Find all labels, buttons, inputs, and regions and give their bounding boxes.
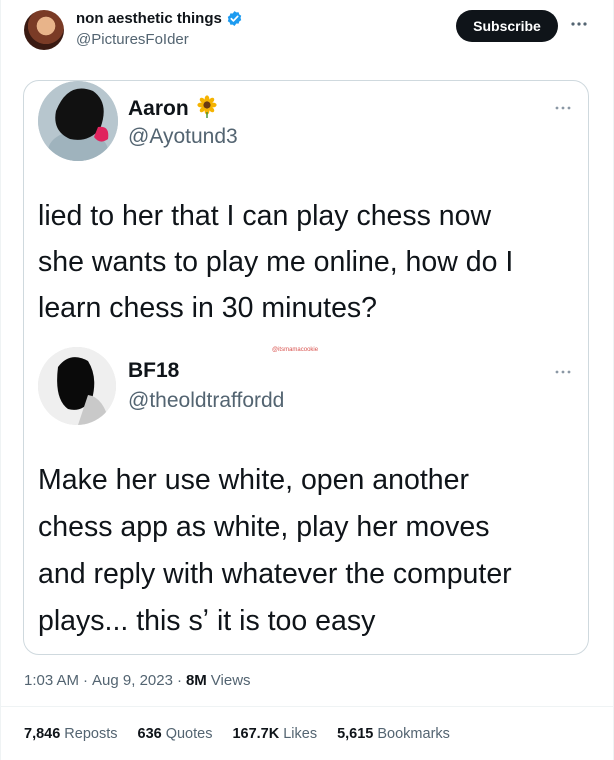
quotes-stat[interactable]: 636 Quotes (138, 726, 213, 742)
author-name-row: non aesthetic things (76, 10, 243, 27)
post-timestamp-row: 1:03 AM · Aug 9, 2023 · 8M Views (24, 672, 251, 689)
quotes-count: 636 (137, 726, 162, 742)
bf18-tweet-line-3: and reply with whatever the computer (38, 558, 512, 590)
bf18-name: BF18 (128, 359, 180, 382)
aaron-tweet-line-2: she wants to play me online, how do I (38, 246, 514, 278)
post: non aesthetic things @PicturesFoIder Sub… (0, 0, 614, 760)
bf18-tweet-line-4: plays... this sʼ it is too easy (38, 605, 376, 637)
verified-badge-icon[interactable] (226, 10, 243, 27)
author-name[interactable]: non aesthetic things (76, 10, 222, 27)
watermark-text: @itsmamacookie (272, 347, 319, 353)
likes-label: Likes (283, 726, 318, 742)
author-handle[interactable]: @PicturesFoIder (76, 31, 189, 48)
engagement-stats: 7,846 Reposts 636 Quotes 167.7K Likes 5,… (24, 726, 450, 742)
bookmarks-label: Bookmarks (377, 726, 450, 742)
author-avatar[interactable] (24, 10, 64, 50)
aaron-name: Aaron (128, 97, 189, 120)
bookmarks-count: 5,615 (337, 726, 374, 742)
aaron-tweet-line-1: lied to her that I can play chess now (38, 200, 492, 232)
post-date[interactable]: Aug 9, 2023 (92, 672, 173, 689)
meta-separator: · (176, 672, 182, 689)
meta-separator: · (83, 672, 89, 689)
bookmarks-stat[interactable]: 5,615 Bookmarks (337, 726, 450, 742)
bf18-more-icon (552, 367, 574, 377)
bf18-tweet-line-2: chess app as white, play her moves (38, 511, 490, 543)
bf18-avatar (38, 347, 116, 425)
views-count: 8M (185, 672, 207, 689)
reposts-count: 7,846 (24, 726, 61, 742)
subscribe-button[interactable]: Subscribe (456, 10, 558, 42)
quotes-label: Quotes (165, 726, 213, 742)
aaron-handle: @Ayotund3 (128, 125, 238, 148)
likes-stat[interactable]: 167.7K Likes (232, 726, 317, 742)
views-label: Views (210, 672, 251, 689)
post-time[interactable]: 1:03 AM (24, 672, 79, 689)
aaron-name-row: Aaron (128, 95, 219, 121)
bf18-handle: @theoldtraffordd (128, 389, 285, 412)
aaron-tweet-line-3: learn chess in 30 minutes? (38, 292, 378, 324)
reposts-stat[interactable]: 7,846 Reposts (24, 726, 118, 742)
aaron-avatar (38, 81, 118, 161)
aaron-more-icon (552, 103, 574, 113)
reposts-label: Reposts (64, 726, 118, 742)
more-options-icon[interactable] (569, 14, 589, 34)
divider (1, 706, 614, 707)
likes-count: 167.7K (232, 726, 280, 742)
tweet-screenshot-image[interactable]: Aaron @Ayotund3 lied to her that I can p… (23, 80, 589, 655)
sunflower-icon (195, 95, 219, 119)
bf18-tweet-line-1: Make her use white, open another (38, 464, 469, 496)
